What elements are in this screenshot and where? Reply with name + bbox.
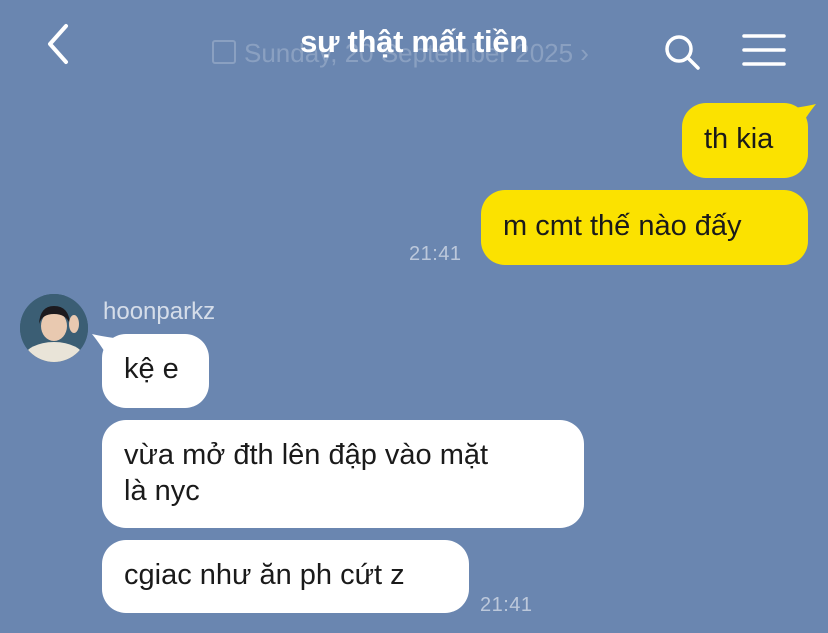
message-text: cgiac như ăn ph cứt z <box>124 559 405 591</box>
message-bubble-outgoing[interactable]: th kia <box>682 103 808 178</box>
search-button[interactable] <box>662 32 702 72</box>
message-text-line: vừa mở đth lên đập vào mặt <box>124 439 489 471</box>
message-timestamp: 21:41 <box>480 594 533 616</box>
menu-button[interactable] <box>742 32 786 68</box>
message-text: kệ e <box>124 353 179 385</box>
message-text: th kia <box>704 123 774 155</box>
sender-name: hoonparkz <box>103 298 216 325</box>
message-text: m cmt thế nào đấy <box>503 210 742 242</box>
message-bubble-incoming[interactable]: kệ e <box>102 334 209 408</box>
avatar[interactable] <box>20 294 88 362</box>
hamburger-menu-icon <box>742 34 786 66</box>
message-bubble-outgoing[interactable]: m cmt thế nào đấy <box>481 190 808 265</box>
message-bubble-incoming[interactable]: vừa mở đth lên đập vào mặt là nyc <box>102 420 584 528</box>
message-bubble-incoming[interactable]: cgiac như ăn ph cứt z <box>102 540 469 613</box>
message-text-line: là nyc <box>124 475 200 507</box>
chat-title: sự thật mất tiền <box>300 24 528 59</box>
search-icon <box>665 35 700 70</box>
avatar-photo <box>20 294 88 362</box>
message-timestamp: 21:41 <box>409 243 462 265</box>
chat-header: Sunday, 20 September 2025 › sự thật mất … <box>0 0 828 90</box>
